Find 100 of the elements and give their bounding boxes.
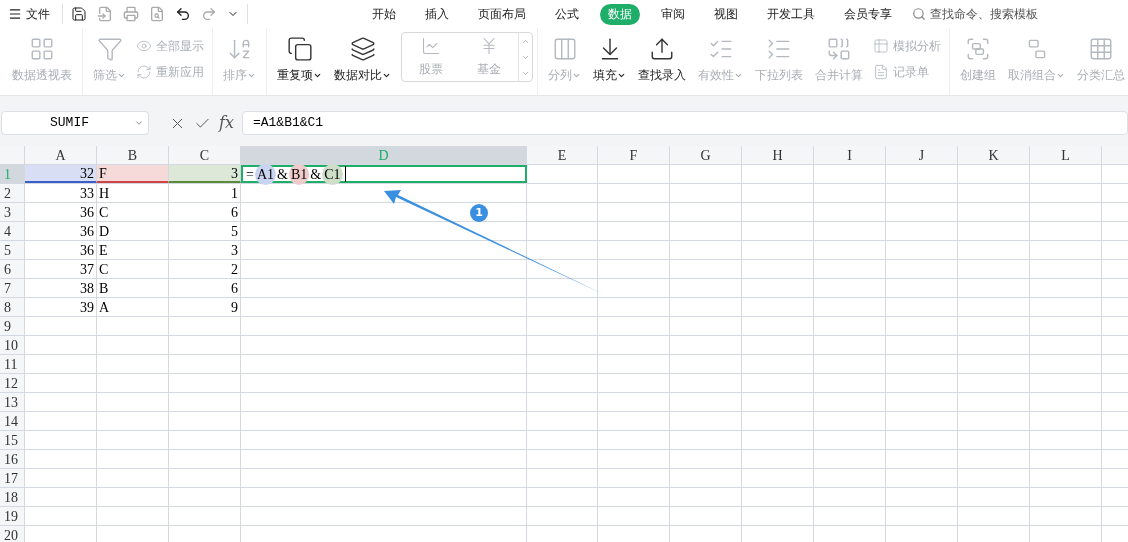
print-icon[interactable] (123, 6, 139, 22)
caret-icon (134, 118, 144, 128)
row-header[interactable]: 20 (0, 526, 25, 542)
save-icon[interactable] (71, 6, 87, 22)
operator-text: & (309, 165, 323, 184)
table-cell: 36 (25, 203, 97, 221)
pivot-table-icon (29, 36, 55, 62)
row-header[interactable]: 19 (0, 507, 25, 525)
cell-reference: B1 (288, 163, 310, 185)
table-cell: B (97, 279, 169, 297)
ribbon-tab[interactable]: 开始 (364, 3, 404, 25)
row-header[interactable]: 13 (0, 393, 25, 411)
row-header[interactable]: 10 (0, 336, 25, 354)
group-icon (965, 36, 991, 62)
table-cell: 36 (25, 222, 97, 240)
button-label: 筛选 (93, 66, 126, 84)
row-header[interactable]: 11 (0, 355, 25, 373)
row-header[interactable]: 8 (0, 298, 25, 316)
export-icon[interactable] (97, 6, 113, 22)
file-menu[interactable]: 文件 (0, 5, 58, 23)
table-cell: 3 (169, 241, 241, 259)
ribbon-tab[interactable]: 公式 (547, 3, 587, 25)
ribbon-tab[interactable]: 开发工具 (759, 3, 823, 25)
undo-icon[interactable] (175, 6, 191, 22)
search-field[interactable]: 查找命令、搜索模板 (912, 5, 1038, 23)
table-cell: 37 (25, 260, 97, 278)
column-header[interactable]: A (25, 146, 97, 164)
table-icon (873, 38, 889, 54)
ribbon-tab[interactable]: 插入 (417, 3, 457, 25)
column-header[interactable]: B (97, 146, 169, 164)
compare-icon (349, 36, 376, 62)
grid-icon (1088, 36, 1114, 62)
row-header[interactable]: 2 (0, 184, 25, 202)
row-header[interactable]: 5 (0, 241, 25, 259)
table-cell: 1 (169, 184, 241, 202)
button-label: 有效性 (698, 66, 743, 84)
row-header[interactable]: 18 (0, 488, 25, 506)
formula-field[interactable]: =A1&B1&C1 (241, 111, 1128, 135)
table-cell: 6 (169, 203, 241, 221)
redo-icon[interactable] (201, 6, 217, 22)
menu-icon (8, 7, 22, 21)
button-label: 排序 (223, 66, 256, 84)
table-cell: 9 (169, 298, 241, 316)
ribbon-tab[interactable]: 页面布局 (470, 3, 534, 25)
table-cell: 32 (25, 165, 97, 183)
filter-eye-icon (136, 38, 152, 54)
column-header[interactable]: I (814, 146, 886, 164)
filter-icon (96, 36, 123, 62)
button-label: 查找录入 (638, 67, 686, 84)
row-header[interactable]: 15 (0, 431, 25, 449)
button-label: 下拉列表 (755, 67, 803, 84)
row-header[interactable]: 9 (0, 317, 25, 335)
line-chart-icon (421, 36, 441, 56)
row-header[interactable]: 12 (0, 374, 25, 392)
table-cell: E (97, 241, 169, 259)
column-header[interactable]: J (886, 146, 958, 164)
column-header[interactable]: G (670, 146, 742, 164)
preview-icon[interactable] (149, 6, 165, 22)
row-header[interactable]: 7 (0, 279, 25, 297)
refresh-icon (136, 64, 152, 80)
button-label: 数据透视表 (12, 67, 72, 84)
button-label: 取消组合 (1008, 66, 1065, 84)
table-cell: 39 (25, 298, 97, 316)
ribbon-tab[interactable]: 视图 (706, 3, 746, 25)
name-box[interactable]: SUMIF (1, 111, 149, 135)
ribbon-button[interactable]: 数据对比 (328, 28, 397, 90)
row-header[interactable]: 14 (0, 412, 25, 430)
table-cell: H (97, 184, 169, 202)
cell-reference: C1 (322, 163, 343, 185)
table-cell: 6 (169, 279, 241, 297)
table-cell: D (97, 222, 169, 240)
column-header[interactable]: H (742, 146, 814, 164)
table-cell: 5 (169, 222, 241, 240)
step-badge: 1 (470, 204, 488, 222)
column-header[interactable]: L (1030, 146, 1102, 164)
button-label: 重复项 (277, 66, 322, 84)
ribbon-tab[interactable]: 审阅 (653, 3, 693, 25)
operator-text: & (276, 165, 289, 184)
row-header[interactable]: 3 (0, 203, 25, 221)
operator-text: = (245, 165, 255, 184)
upload-icon (649, 36, 675, 62)
table-cell: 38 (25, 279, 97, 297)
ribbon-button[interactable]: 填充 (587, 28, 632, 90)
editing-cell[interactable]: = A1 & B1 & C1 (241, 165, 527, 183)
row-header[interactable]: 17 (0, 469, 25, 487)
ribbon-button[interactable]: 查找录入 (632, 28, 692, 90)
search-icon (912, 7, 926, 21)
insert-function-button[interactable]: fx (219, 111, 234, 135)
row-header[interactable]: 6 (0, 260, 25, 278)
duplicate-icon (286, 36, 313, 62)
ribbon-tab[interactable]: 会员专享 (836, 3, 900, 25)
row-header[interactable]: 4 (0, 222, 25, 240)
ribbon-button[interactable]: 重复项 (271, 28, 328, 90)
column-header[interactable]: E (527, 146, 598, 164)
column-header[interactable]: F (598, 146, 670, 164)
table-cell: C (97, 260, 169, 278)
row-header[interactable]: 16 (0, 450, 25, 468)
button-label: 填充 (593, 66, 626, 84)
column-header[interactable]: K (958, 146, 1030, 164)
button-label: 分列 (548, 66, 581, 84)
